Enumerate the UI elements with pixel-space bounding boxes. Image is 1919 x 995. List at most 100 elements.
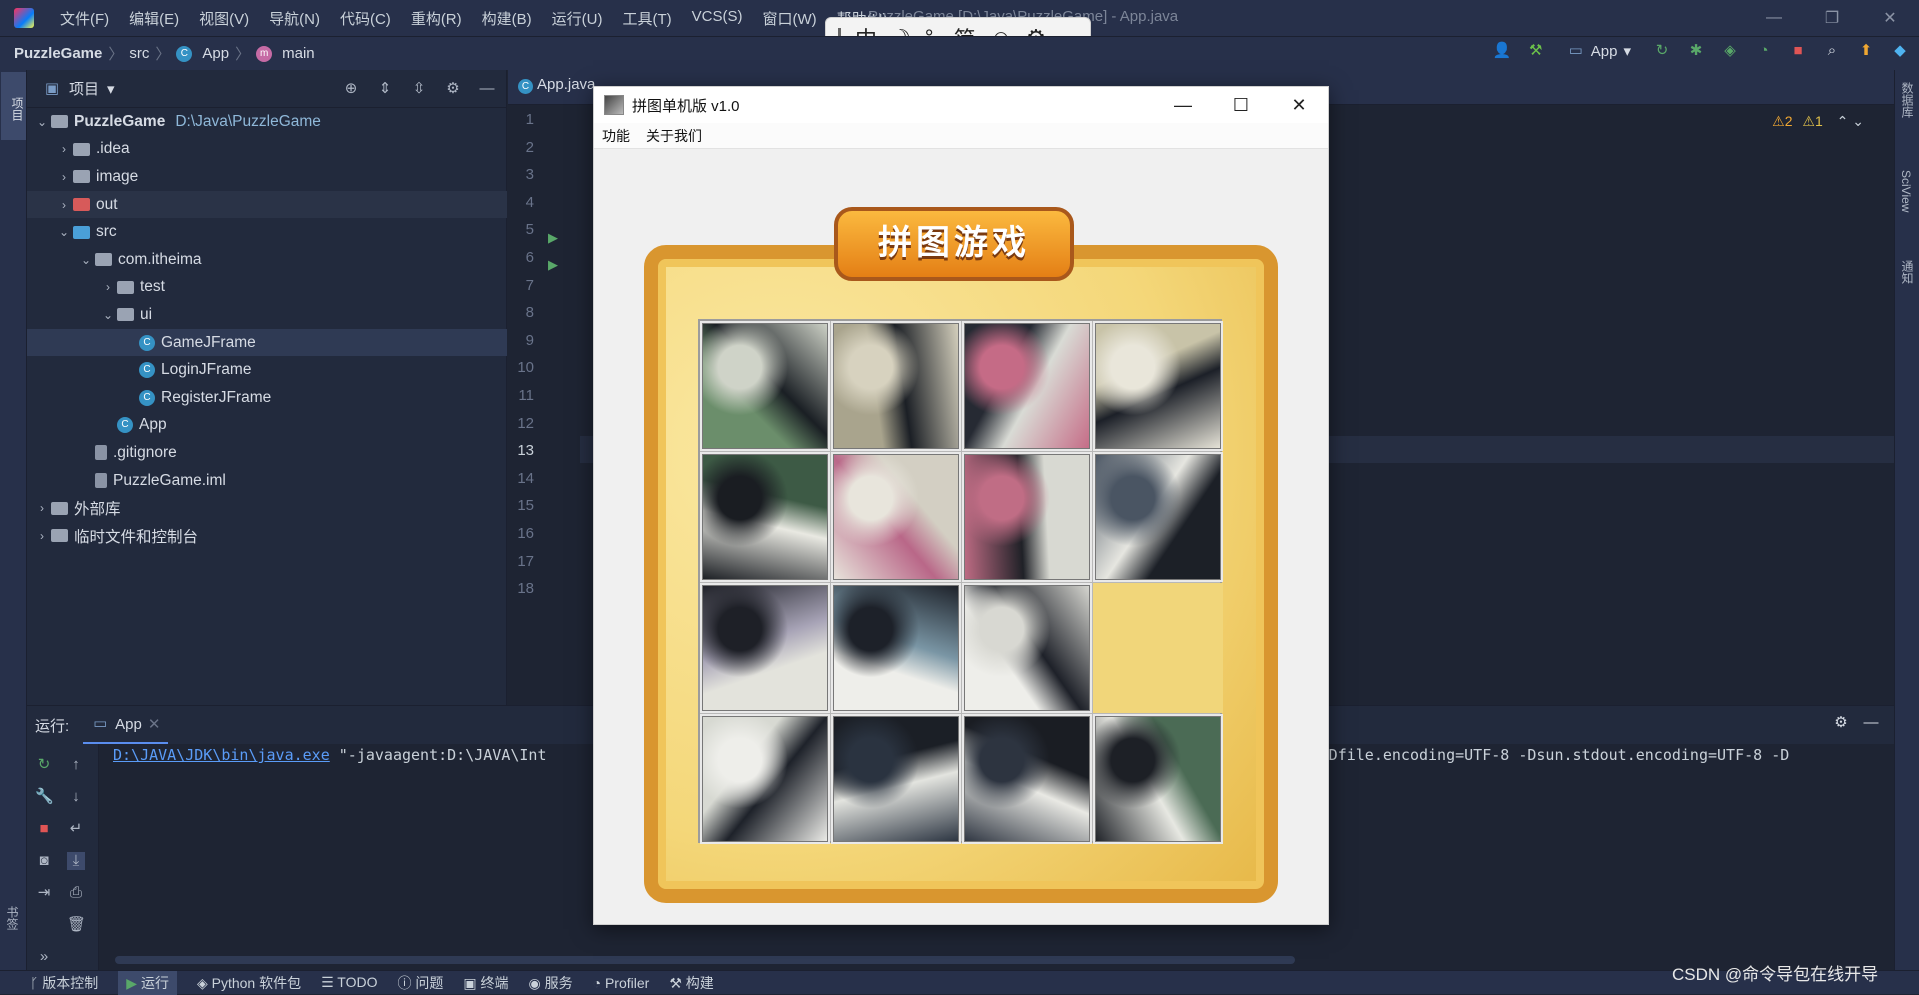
menu-vcs[interactable]: VCS(S) [682, 8, 753, 29]
stop-icon[interactable]: ■ [1789, 42, 1807, 60]
tree-item-gitignore[interactable]: .gitignore [27, 439, 507, 467]
puzzle-tile[interactable] [962, 452, 1092, 582]
rerun-icon[interactable]: ↻ [1653, 42, 1671, 60]
minimize-button[interactable]: — [1745, 0, 1803, 36]
hide-icon[interactable]: — [478, 80, 496, 98]
arrow-down-icon[interactable]: ↓ [67, 788, 85, 806]
intellij-logo-icon[interactable] [14, 8, 34, 28]
status-version-control[interactable]: ᚴ 版本控制 [30, 973, 98, 993]
hide-icon[interactable]: — [1862, 714, 1880, 732]
tree-item-puzzlegame[interactable]: ⌄ PuzzleGame D:\Java\PuzzleGame [27, 108, 507, 136]
run-tab-app[interactable]: ▭ App ✕ [83, 706, 169, 744]
run-configuration-select[interactable]: ▭ App ▾ [1561, 42, 1637, 60]
tree-item-comitheima[interactable]: ⌄ com.itheima [27, 246, 507, 274]
wrench-icon[interactable]: 🔧 [35, 788, 54, 806]
build-hammer-icon[interactable]: ⚒ [1527, 42, 1545, 60]
gear-icon[interactable]: ⚙ [444, 80, 462, 98]
tree-item-app[interactable]: C App [27, 412, 507, 440]
trash-icon[interactable]: 🗑 [67, 916, 86, 934]
puzzle-empty-slot[interactable] [1093, 583, 1223, 713]
menu-refactor[interactable]: 重构(R) [401, 8, 472, 29]
menu-window[interactable]: 窗口(W) [752, 8, 826, 29]
chevron-right-icon[interactable]: › [55, 198, 73, 212]
puzzle-tile[interactable] [1093, 714, 1223, 844]
breadcrumb-method[interactable]: main [282, 45, 315, 62]
status-problems[interactable]: ⓘ 问题 [397, 973, 443, 993]
chevron-down-icon[interactable]: ⌄ [1852, 113, 1864, 129]
tree-item-image[interactable]: › image [27, 163, 507, 191]
menu-view[interactable]: 视图(V) [189, 8, 259, 29]
rerun-icon[interactable]: ↻ [35, 756, 53, 774]
profile-icon[interactable]: ◔ [1755, 42, 1773, 60]
status-python-packages[interactable]: ◈ Python 软件包 [197, 973, 301, 993]
bookmarks-tool-button[interactable]: 书签 [4, 906, 21, 930]
puzzle-tile[interactable] [831, 714, 961, 844]
tree-item-puzzlegameiml[interactable]: PuzzleGame.iml [27, 467, 507, 495]
game-title-bar[interactable]: 拼图单机版 v1.0 — ☐ ✕ [594, 87, 1328, 123]
chevron-down-icon[interactable]: ⌄ [99, 308, 117, 322]
search-icon[interactable]: ⌕ [1823, 42, 1841, 60]
puzzle-tile[interactable] [1093, 321, 1223, 451]
menu-code[interactable]: 代码(C) [330, 8, 401, 29]
menu-file[interactable]: 文件(F) [50, 8, 119, 29]
status-services[interactable]: ◉ 服务 [529, 973, 573, 993]
close-icon[interactable]: ✕ [148, 715, 161, 733]
expand-all-icon[interactable]: ⇕ [376, 80, 394, 98]
puzzle-tile[interactable] [700, 583, 830, 713]
arrow-up-icon[interactable]: ↑ [67, 756, 85, 774]
status-run[interactable]: ▶ 运行 [118, 970, 177, 995]
tree-item-idea[interactable]: › .idea [27, 136, 507, 164]
collapse-all-icon[interactable]: ⇳ [410, 80, 428, 98]
jetbrains-toolbox-icon[interactable]: ◆ [1891, 42, 1909, 60]
run-gutter-icon[interactable]: ▶ [548, 257, 558, 273]
chevron-down-icon[interactable]: ▾ [107, 80, 115, 98]
status-todo[interactable]: ☰ TODO [321, 974, 377, 991]
chevron-down-icon[interactable]: ⌄ [33, 115, 51, 129]
run-gutter-icon[interactable]: ▶ [548, 230, 558, 246]
menu-edit[interactable]: 编辑(E) [119, 8, 189, 29]
sciview-tool-button[interactable]: SciView [1899, 170, 1913, 212]
breadcrumb-folder[interactable]: src [129, 45, 149, 62]
game-menu-function[interactable]: 功能 [602, 126, 630, 146]
tree-item-[interactable]: › 临时文件和控制台 [27, 522, 507, 550]
puzzle-tile[interactable] [962, 321, 1092, 451]
chevron-down-icon[interactable]: ⌄ [55, 225, 73, 239]
chevron-down-icon[interactable]: ⌄ [77, 253, 95, 267]
game-close-button[interactable]: ✕ [1270, 87, 1328, 123]
gear-icon[interactable]: ⚙ [1832, 714, 1850, 732]
breadcrumb-file[interactable]: App [202, 45, 229, 62]
breadcrumb-project[interactable]: PuzzleGame [14, 45, 102, 62]
horizontal-scrollbar[interactable] [115, 956, 1295, 964]
tree-item-registerjframe[interactable]: C RegisterJFrame [27, 384, 507, 412]
update-icon[interactable]: ⬆ [1857, 42, 1875, 60]
menu-build[interactable]: 构建(B) [472, 8, 542, 29]
coverage-icon[interactable]: ◈ [1721, 42, 1739, 60]
database-tool-button[interactable]: 数据库 [1899, 82, 1916, 118]
chevron-right-icon[interactable]: › [33, 529, 51, 543]
puzzle-tile[interactable] [962, 714, 1092, 844]
project-panel-title[interactable]: 项目 [69, 78, 99, 99]
debug-icon[interactable]: ✱ [1687, 42, 1705, 60]
puzzle-tile[interactable] [831, 583, 961, 713]
puzzle-tile[interactable] [962, 583, 1092, 713]
stop-icon[interactable]: ■ [35, 820, 53, 838]
locate-icon[interactable]: ⊕ [342, 80, 360, 98]
notifications-tool-button[interactable]: 通知 [1899, 260, 1916, 284]
tab-app-java[interactable]: C App.java [518, 76, 595, 94]
chevron-right-icon[interactable]: › [55, 142, 73, 156]
tree-item-out[interactable]: › out [27, 190, 507, 219]
status-terminal[interactable]: ▣ 终端 [463, 973, 508, 993]
puzzle-tile[interactable] [700, 714, 830, 844]
restore-button[interactable]: ❐ [1803, 0, 1861, 36]
game-maximize-button[interactable]: ☐ [1212, 87, 1270, 123]
menu-navigate[interactable]: 导航(N) [259, 8, 330, 29]
java-path-link[interactable]: D:\JAVA\JDK\bin\java.exe [113, 746, 330, 764]
print-icon[interactable]: ⎙ [67, 884, 85, 902]
tree-item-ui[interactable]: ⌄ ui [27, 301, 507, 329]
soft-wrap-icon[interactable]: ↵ [67, 820, 85, 838]
chevron-right-icon[interactable]: › [55, 170, 73, 184]
inspection-widget[interactable]: ⚠2 ⚠1 ⌃ ⌄ [1772, 113, 1864, 130]
chevron-right-icon[interactable]: › [33, 501, 51, 515]
scroll-to-end-icon[interactable]: ⤓ [67, 852, 85, 870]
puzzle-tile[interactable] [700, 452, 830, 582]
